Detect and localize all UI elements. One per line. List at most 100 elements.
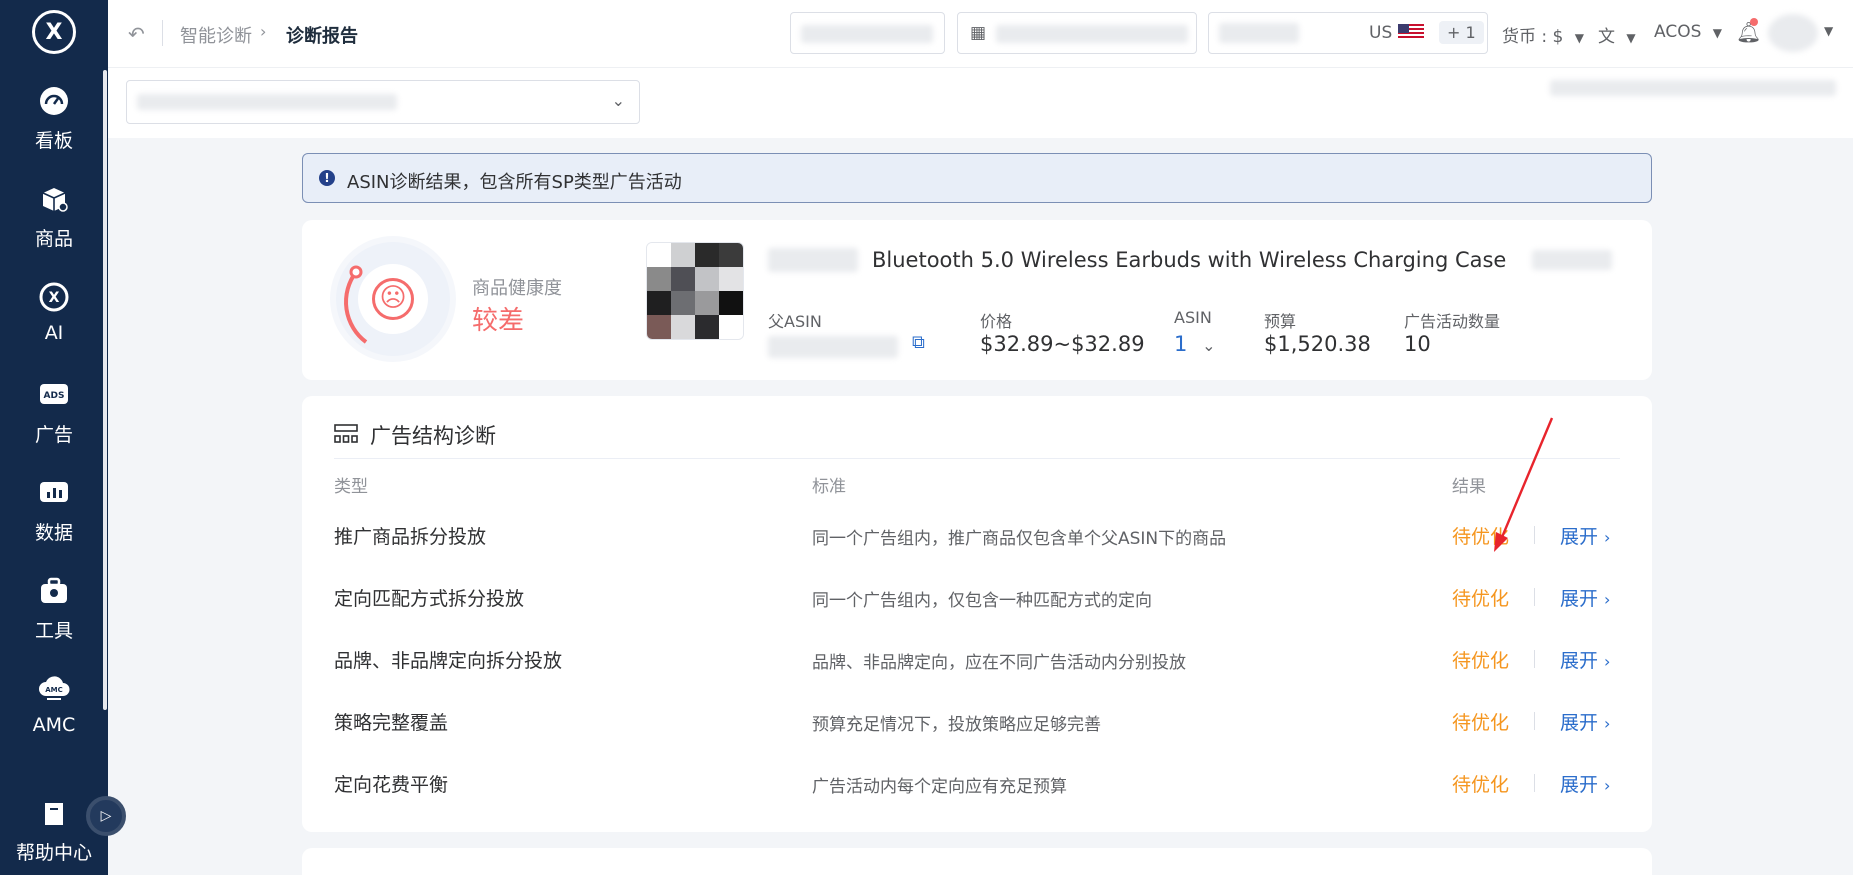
price-label: 价格 <box>980 312 1013 331</box>
expand-label: 展开 <box>1560 650 1599 672</box>
currency-label: 货币 : $ <box>1502 27 1564 47</box>
expand-label: 展开 <box>1560 712 1599 734</box>
divider <box>1534 650 1535 668</box>
language-selector[interactable]: 文 ▼ <box>1598 22 1636 47</box>
sidebar-item-data[interactable]: 数据 <box>0 472 108 558</box>
translate-icon: 文 <box>1598 27 1615 47</box>
row-type: 策略完整覆盖 <box>334 712 449 734</box>
parent-asin-label: 父ASIN <box>768 312 822 331</box>
svg-text:AMC: AMC <box>45 686 63 694</box>
shop-selector[interactable] <box>790 12 945 54</box>
section-title: 广告结构诊断 <box>370 424 496 448</box>
annotation-arrow-icon <box>1494 417 1554 552</box>
sidebar-item-label: 商品 <box>34 228 73 250</box>
back-icon[interactable]: ↶ <box>128 22 145 46</box>
sidebar-item-products[interactable]: 商品 <box>0 178 108 264</box>
row-type: 推广商品拆分投放 <box>334 526 487 548</box>
product-summary-card: ☹ 商品健康度 较差 Bluetooth 5.0 Wireless Earbud… <box>302 220 1652 380</box>
row-type: 品牌、非品牌定向拆分投放 <box>334 650 563 672</box>
sidebar-item-label: 数据 <box>34 522 73 544</box>
sidebar-item-amc[interactable]: AMC AMC <box>0 668 108 754</box>
campaign-count-value: 10 <box>1404 332 1431 356</box>
sidebar-item-ai[interactable]: X AI <box>0 276 108 362</box>
caret-down-icon: ▼ <box>1574 31 1584 45</box>
collapse-arrow-icon: ▷ <box>100 808 112 824</box>
expand-label: 展开 <box>1560 774 1599 796</box>
row-result: 待优化 <box>1452 774 1510 796</box>
health-value: 较差 <box>472 306 525 336</box>
marketplace-code: US <box>1369 23 1393 43</box>
sidebar-item-tools[interactable]: 工具 <box>0 570 108 656</box>
row-standard: 广告活动内每个定向应有充足预算 <box>812 777 1067 797</box>
row-result: 待优化 <box>1452 712 1510 734</box>
row-standard: 同一个广告组内，仅包含一种匹配方式的定向 <box>812 591 1152 611</box>
breadcrumb-chevron-icon: › <box>260 22 267 41</box>
currency-selector[interactable]: 货币 : $ ▼ <box>1502 22 1584 47</box>
data-icon <box>37 476 71 510</box>
sidebar-item-dashboard[interactable]: 看板 <box>0 80 108 166</box>
marketplace-selector[interactable]: US + 1 <box>1208 12 1488 54</box>
metric-selector[interactable]: ACOS ▼ <box>1654 22 1722 42</box>
row-result: 待优化 <box>1452 588 1510 610</box>
breadcrumb-diagnosis[interactable]: 智能诊断 <box>180 22 252 48</box>
sidebar-collapse-button[interactable]: ▷ <box>86 796 126 836</box>
product-image <box>646 242 744 340</box>
book-icon <box>37 800 71 834</box>
external-link-icon[interactable]: ⧉ <box>912 332 925 353</box>
row-type: 定向花费平衡 <box>334 774 449 796</box>
svg-text:X: X <box>49 290 60 306</box>
divider <box>162 20 163 46</box>
asin-count: 1 <box>1174 332 1188 356</box>
structure-icon <box>334 424 358 443</box>
sidebar-item-ads[interactable]: ADS 广告 <box>0 374 108 460</box>
price-value: $32.89~$32.89 <box>980 332 1145 356</box>
sad-face-icon: ☹ <box>372 278 414 320</box>
chevron-right-icon: › <box>1604 590 1611 609</box>
divider <box>334 458 1620 459</box>
table-row: 定向匹配方式拆分投放 同一个广告组内，仅包含一种匹配方式的定向 待优化 展开 › <box>302 568 1652 630</box>
avatar[interactable] <box>1768 14 1818 52</box>
expand-button[interactable]: 展开 › <box>1560 584 1610 611</box>
table-row: 定向花费平衡 广告活动内每个定向应有充足预算 待优化 展开 › <box>302 754 1652 816</box>
product-box-icon <box>37 182 71 216</box>
caret-down-icon[interactable]: ▼ <box>1824 24 1833 38</box>
report-timestamp <box>1550 80 1836 96</box>
parent-asin-value <box>768 336 898 358</box>
top-bar: ↶ 智能诊断 › 诊断报告 ▦ US + 1 货币 : $ ▼ 文 ▼ ACOS… <box>108 0 1853 68</box>
next-section-card <box>302 848 1652 875</box>
date-range-picker[interactable]: ▦ <box>957 12 1197 54</box>
expand-button[interactable]: 展开 › <box>1560 770 1610 797</box>
info-icon: ! <box>319 170 335 186</box>
budget-label: 预算 <box>1264 312 1297 331</box>
expand-button[interactable]: 展开 › <box>1560 646 1610 673</box>
brand-logo[interactable]: X <box>32 10 76 54</box>
asin-label: ASIN <box>1174 308 1212 327</box>
column-header-result: 结果 <box>1452 477 1486 497</box>
sidebar-item-label: AI <box>44 322 64 344</box>
divider <box>1534 588 1535 606</box>
row-standard: 预算充足情况下，投放策略应足够完善 <box>812 715 1101 735</box>
filter-bar: ⌄ <box>108 68 1853 138</box>
chevron-down-icon: ⌄ <box>611 91 625 110</box>
table-row: 品牌、非品牌定向拆分投放 品牌、非品牌定向，应在不同广告活动内分别投放 待优化 … <box>302 630 1652 692</box>
chevron-right-icon: › <box>1604 776 1611 795</box>
expand-label: 展开 <box>1560 588 1599 610</box>
expand-button[interactable]: 展开 › <box>1560 708 1610 735</box>
sidebar-scrollbar[interactable] <box>103 70 107 710</box>
table-row: 推广商品拆分投放 同一个广告组内，推广商品仅包含单个父ASIN下的商品 待优化 … <box>302 506 1652 568</box>
caret-down-icon: ▼ <box>1712 26 1723 40</box>
column-header-standard: 标准 <box>812 477 846 497</box>
row-standard: 品牌、非品牌定向，应在不同广告活动内分别投放 <box>812 653 1186 673</box>
row-result: 待优化 <box>1452 650 1510 672</box>
divider <box>1534 774 1535 792</box>
chevron-down-icon: ⌄ <box>1202 336 1216 355</box>
chevron-right-icon: › <box>1604 528 1611 547</box>
asin-selector[interactable]: ⌄ <box>126 80 640 124</box>
product-title[interactable]: Bluetooth 5.0 Wireless Earbuds with Wire… <box>872 248 1506 272</box>
alert-text: ASIN诊断结果，包含所有SP类型广告活动 <box>347 172 682 193</box>
asin-count-dropdown[interactable]: 1 ⌄ <box>1174 332 1215 356</box>
amc-cloud-icon: AMC <box>37 672 71 706</box>
extra-markets-badge: + 1 <box>1439 21 1484 44</box>
column-header-type: 类型 <box>334 477 368 497</box>
health-label: 商品健康度 <box>472 278 562 299</box>
